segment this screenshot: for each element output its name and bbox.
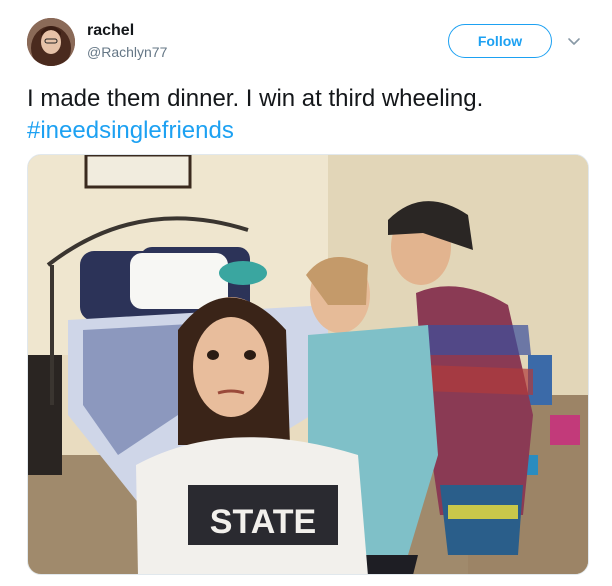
photo-illustration: STATE — [28, 155, 588, 574]
follow-button[interactable]: Follow — [448, 24, 552, 58]
shirt-text: STATE — [210, 503, 316, 541]
author-name[interactable]: rachel — [87, 22, 134, 40]
chevron-down-icon[interactable] — [566, 33, 582, 49]
hashtag-link[interactable]: #ineedsinglefriends — [27, 115, 597, 147]
avatar[interactable] — [27, 18, 75, 66]
tweet-body: I made them dinner. I win at third wheel… — [27, 85, 484, 112]
avatar-photo — [27, 18, 75, 66]
tweet-text: I made them dinner. I win at third wheel… — [27, 83, 597, 147]
author-handle[interactable]: @Rachlyn77 — [87, 44, 167, 60]
tweet-photo[interactable]: STATE — [27, 154, 589, 575]
